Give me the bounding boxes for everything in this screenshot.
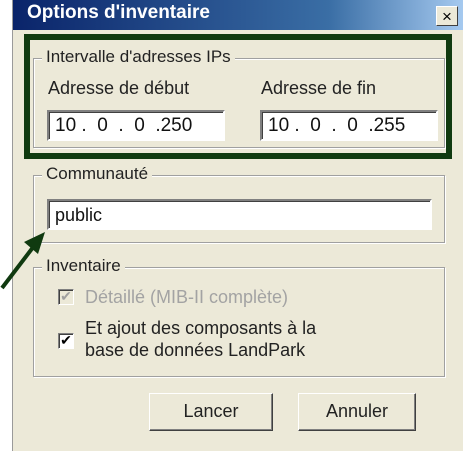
title-bar[interactable]: Options d'inventaire × [13,0,463,30]
end-address-input[interactable]: 10 . 0 . 0 .255 [260,110,438,141]
community-legend: Communauté [42,164,153,184]
community-input[interactable]: public [47,199,432,230]
close-button[interactable]: × [436,6,458,26]
close-icon: × [442,7,452,26]
check-icon: ✔ [60,288,72,304]
launch-button[interactable]: Lancer [149,393,273,431]
window-title: Options d'inventaire [27,2,210,23]
start-address-label: Adresse de début [48,78,190,98]
inventory-options-dialog: Options d'inventaire × Intervalle d'adre… [12,0,463,451]
add-components-checkbox[interactable]: ✔ [58,333,74,349]
detailed-checkbox[interactable]: ✔ [58,289,74,305]
ip-range-legend: Intervalle d'adresses IPs [42,47,235,67]
cancel-button[interactable]: Annuler [298,393,416,431]
inventory-legend: Inventaire [42,256,125,276]
end-address-label: Adresse de fin [261,78,377,98]
check-icon: ✔ [60,332,72,348]
start-address-input[interactable]: 10 . 0 . 0 .250 [47,110,225,141]
detailed-label: Détaillé (MIB-II complète) [85,287,289,307]
add-components-label: Et ajout des composants à la base de don… [85,318,317,360]
